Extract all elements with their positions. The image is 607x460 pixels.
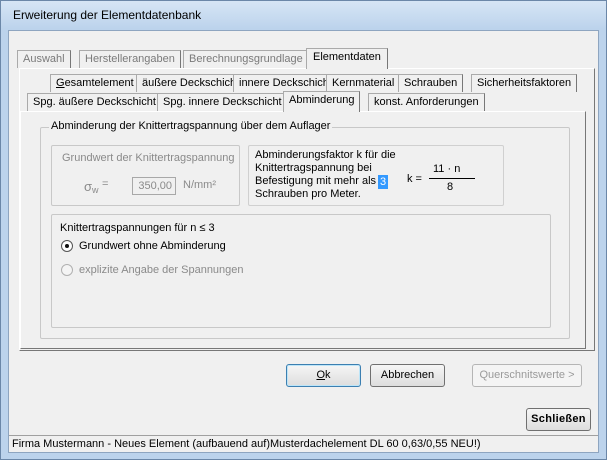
querschnitt-button-label: Querschnitswerte > [479,369,575,381]
fraction-line [429,178,475,179]
tab-kernmaterial[interactable]: Kernmaterial [326,74,401,92]
factor-box: Abminderungsfaktor k für die Knittertrag… [248,145,504,206]
radio-explizit[interactable] [61,264,73,276]
title-bar[interactable]: Erweiterung der Elementdatenbank [1,1,606,29]
tab-elementdaten[interactable]: Elementdaten [306,48,388,69]
querschnitt-button[interactable]: Querschnitswerte > [472,364,582,387]
cancel-button-label: Abbrechen [380,369,435,381]
abminderung-page: Abminderung der Knittertragspannung über… [20,111,586,349]
options-group: Knittertragspannungen für n ≤ 3 Grundwer… [51,214,551,328]
factor-text-line4: Schrauben pro Meter. [255,188,361,200]
tab-auswahl-label: Auswahl [23,53,65,65]
window-title: Erweiterung der Elementdatenbank [13,8,202,22]
close-button-label: Schließen [531,413,586,425]
status-text: Firma Mustermann - Neues Element (aufbau… [12,438,481,450]
tab-kernmaterial-label: Kernmaterial [332,77,395,89]
tab-sicherheitsfaktoren-label: Sicherheitsfaktoren [477,77,572,89]
tab-schrauben[interactable]: Schrauben [398,74,464,92]
tab-abminderung-label: Abminderung [289,94,355,106]
ok-button[interactable]: Ok [286,364,361,387]
sigma-symbol: σ [84,179,93,194]
radio-grundwert[interactable] [61,240,73,252]
factor-text-line3: Befestigung mit mehr als [255,175,377,187]
n-value-field[interactable]: 3 [378,175,388,189]
factor-text-line1: Abminderungsfaktor k für die [255,149,396,161]
options-group-title: Knittertragspannungen für n ≤ 3 [60,222,215,234]
grundwert-group-title: Grundwert der Knittertragspannung [62,152,235,164]
tab-auswahl[interactable]: Auswahl [17,50,71,68]
tab-aeussere-deckschicht-label: äußere Deckschicht [142,77,240,89]
formula-denominator: 8 [447,181,454,193]
tab-konst-anforderungen[interactable]: konst. Anforderungen [368,93,485,111]
sigma-equals: = [102,178,109,190]
abminderung-group: Abminderung der Knittertragspannung über… [40,120,570,339]
tab-konst-anforderungen-label: konst. Anforderungen [374,96,479,108]
status-bar: Firma Mustermann - Neues Element (aufbau… [9,435,598,452]
tab-sicherheitsfaktoren[interactable]: Sicherheitsfaktoren [471,74,578,92]
tab-gesamtelement-label: Gesamtelement [56,77,134,89]
grundwert-input[interactable]: 350,00 [132,177,176,195]
tab-spg-innere-label: Spg. innere Deckschicht [163,96,282,108]
tab-berechnungsgrundlage-label: Berechnungsgrundlage [189,53,303,65]
tab-spg-aeussere-label: Spg. äußere Deckschicht [33,96,156,108]
tab-herstellerangaben-label: Herstellerangaben [85,53,175,65]
grundwert-group: Grundwert der Knittertragspannung σ w = … [51,145,240,206]
elementdaten-panel: Gesamtelement äußere Deckschicht innere … [19,68,595,351]
radio-grundwert-dot [65,244,69,248]
formula-numerator: 11 · n [433,163,461,175]
k-label: k = [407,173,422,185]
close-button[interactable]: Schließen [526,408,591,431]
grundwert-unit: N/mm² [183,179,216,191]
tab-innere-deckschicht[interactable]: innere Deckschicht [233,74,338,92]
factor-text-line2: Knittertragspannung bei [255,162,372,174]
radio-explizit-label[interactable]: explizite Angabe der Spannungen [79,264,244,276]
tab-abminderung[interactable]: Abminderung [283,91,361,112]
ok-button-label: Ok [316,369,331,381]
tab-gesamtelement[interactable]: Gesamtelement [50,74,140,92]
sigma-subscript: w [92,185,99,195]
tab-herstellerangaben[interactable]: Herstellerangaben [79,50,181,68]
tab-spg-innere-deckschicht[interactable]: Spg. innere Deckschicht [157,93,288,111]
dialog-window: Erweiterung der Elementdatenbank Auswahl… [0,0,607,460]
abminderung-group-title: Abminderung der Knittertragspannung über… [49,120,333,132]
tab-spg-aeussere-deckschicht[interactable]: Spg. äußere Deckschicht [27,93,162,111]
tab-elementdaten-label: Elementdaten [313,51,381,63]
dialog-client-area: Auswahl Herstellerangaben Berechnungsgru… [8,30,599,453]
tab-schrauben-label: Schrauben [404,77,458,89]
radio-grundwert-label[interactable]: Grundwert ohne Abminderung [79,240,226,252]
cancel-button[interactable]: Abbrechen [370,364,445,387]
tab-berechnungsgrundlage[interactable]: Berechnungsgrundlage [183,50,309,68]
tab-innere-deckschicht-label: innere Deckschicht [239,77,332,89]
tab-aeussere-deckschicht[interactable]: äußere Deckschicht [136,74,246,92]
